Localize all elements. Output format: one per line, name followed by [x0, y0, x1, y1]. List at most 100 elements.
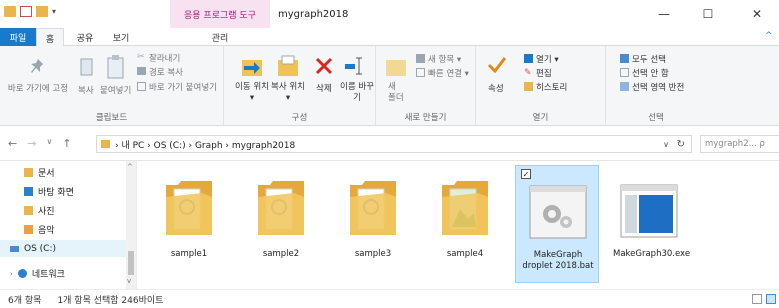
music-icon	[24, 225, 33, 234]
delete-label[interactable]: 삭제	[316, 82, 332, 94]
copy-to-label[interactable]: 복사 위치 ▾	[270, 82, 306, 104]
edit-label[interactable]: 편집	[536, 67, 552, 79]
exe-file-icon	[620, 184, 678, 238]
file-list: sample1 sample2 sample3 sample4 ✓ MakeGr…	[137, 161, 779, 289]
file-name: sample4	[446, 249, 484, 259]
pin-icon[interactable]	[30, 58, 46, 76]
edit-icon[interactable]: ✎	[524, 68, 532, 78]
tab-file[interactable]: 파일	[0, 28, 36, 46]
pin-to-quick-access-label[interactable]: 바로 가기에 고정	[2, 84, 74, 95]
maximize-button[interactable]: ☐	[686, 0, 730, 28]
new-item-icon[interactable]	[416, 54, 425, 63]
documents-icon	[24, 168, 33, 177]
scroll-up-icon[interactable]: ^	[127, 163, 133, 171]
selection-info: 1개 항목 선택함 246바이트	[57, 295, 164, 306]
properties-icon[interactable]	[20, 6, 32, 17]
nav-item-os-c[interactable]: OS (C:)	[0, 240, 126, 257]
new-item-label[interactable]: 새 항목 ▾	[428, 53, 461, 65]
copy-label[interactable]: 복사	[78, 84, 94, 96]
properties-check-icon[interactable]	[486, 54, 508, 76]
easy-access-icon[interactable]	[416, 68, 425, 77]
ribbon-expand-icon[interactable]: ^	[765, 31, 773, 41]
move-to-icon[interactable]	[240, 54, 264, 80]
nav-item-desktop[interactable]: 바탕 화면	[24, 183, 74, 200]
invert-selection-icon[interactable]	[620, 82, 629, 91]
close-button[interactable]: ✕	[735, 0, 779, 28]
address-bar-row: ← → ∨ ↑ › 내 PC › OS (C:) › Graph › mygra…	[0, 127, 779, 161]
properties-label[interactable]: 속성	[488, 82, 504, 94]
new-folder-label[interactable]: 새 폴더	[388, 82, 404, 104]
refresh-icon[interactable]: ↻	[677, 139, 685, 150]
select-all-label[interactable]: 모두 선택	[632, 53, 666, 65]
file-item[interactable]: sample3	[331, 165, 415, 283]
nav-item-music[interactable]: 음악	[24, 221, 55, 238]
file-name: sample1	[170, 249, 208, 259]
qat-dropdown-icon[interactable]: ▾	[52, 7, 56, 16]
file-name: MakeGraph30.exe	[613, 249, 691, 259]
nav-item-pictures[interactable]: 사진	[24, 202, 55, 219]
file-item[interactable]: sample2	[239, 165, 323, 283]
tab-home[interactable]: 홈	[36, 28, 64, 47]
nav-scrollbar-thumb[interactable]	[128, 251, 134, 275]
delete-icon[interactable]	[314, 56, 334, 76]
file-name: sample3	[354, 249, 392, 259]
select-none-label[interactable]: 선택 안 함	[632, 67, 669, 79]
group-select: 모두 선택 선택 안 함 선택 영역 반전 선택	[606, 46, 779, 126]
copy-path-icon[interactable]	[137, 67, 146, 75]
rename-label[interactable]: 이름 바꾸기	[340, 82, 374, 104]
tab-manage[interactable]: 관리	[190, 28, 250, 46]
forward-arrow-icon[interactable]: →	[27, 137, 36, 150]
folder-icon[interactable]	[4, 6, 16, 17]
address-dropdown-icon[interactable]: ∨	[663, 140, 669, 149]
new-folder-icon[interactable]	[384, 54, 408, 80]
scissors-icon[interactable]: ✂	[137, 52, 145, 62]
file-item[interactable]: sample4	[423, 165, 507, 283]
history-label[interactable]: 히스토리	[536, 81, 567, 93]
rename-icon[interactable]	[344, 56, 364, 76]
group-new: 새 폴더 새 항목 ▾ 빠른 연결 ▾ 새로 만들기	[376, 46, 476, 126]
recent-dropdown-icon[interactable]: ∨	[46, 137, 52, 150]
nav-item-label: 네트워크	[31, 270, 65, 280]
select-none-icon[interactable]	[620, 68, 629, 77]
cut-label[interactable]: 잘라내기	[149, 52, 180, 64]
move-to-label[interactable]: 이동 위치 ▾	[234, 82, 270, 104]
copy-icon[interactable]	[78, 56, 94, 78]
open-label[interactable]: 열기 ▾	[536, 53, 559, 65]
select-group-label: 선택	[648, 113, 664, 123]
paste-icon[interactable]	[106, 54, 126, 80]
address-path: › 내 PC › OS (C:) › Graph › mygraph2018	[115, 140, 296, 151]
new-folder-icon[interactable]	[36, 6, 48, 17]
scroll-down-icon[interactable]: v	[127, 277, 131, 285]
up-arrow-icon[interactable]: ↑	[62, 137, 71, 150]
network-expand-icon[interactable]: ›	[10, 270, 13, 278]
copy-path-label[interactable]: 경로 복사	[149, 66, 183, 78]
back-arrow-icon[interactable]: ←	[8, 137, 17, 150]
pictures-icon	[24, 206, 33, 215]
nav-item-label: 바탕 화면	[38, 188, 74, 198]
paste-shortcut-icon[interactable]	[137, 82, 146, 91]
tab-view[interactable]: 보기	[104, 28, 138, 46]
checkbox-icon[interactable]: ✓	[521, 169, 531, 179]
history-icon[interactable]	[524, 82, 533, 91]
paste-label[interactable]: 붙여넣기	[100, 84, 131, 96]
file-item-selected[interactable]: ✓ MakeGraph droplet 2018.bat	[515, 165, 599, 283]
details-view-icon[interactable]	[752, 294, 762, 304]
nav-item-documents[interactable]: 문서	[24, 164, 55, 181]
select-all-icon[interactable]	[620, 54, 629, 63]
tab-share[interactable]: 공유	[68, 28, 102, 46]
large-icons-view-icon[interactable]	[766, 294, 776, 304]
item-count: 6개 항목	[8, 295, 42, 306]
easy-access-label[interactable]: 빠른 연결 ▾	[428, 67, 469, 79]
address-field[interactable]: › 내 PC › OS (C:) › Graph › mygraph2018 ∨…	[96, 135, 692, 153]
context-tab-app-tools: 응용 프로그램 도구	[170, 0, 270, 28]
nav-arrows: ← → ∨ ↑	[8, 137, 72, 150]
nav-item-network[interactable]: › 네트워크	[10, 265, 65, 282]
invert-selection-label[interactable]: 선택 영역 반전	[632, 81, 684, 93]
minimize-button[interactable]: —	[642, 0, 686, 28]
file-item[interactable]: MakeGraph30.exe	[607, 165, 691, 283]
open-icon[interactable]	[524, 54, 533, 63]
search-input[interactable]: mygraph2... ρ	[700, 135, 779, 153]
file-item[interactable]: sample1	[147, 165, 231, 283]
paste-shortcut-label[interactable]: 바로 가기 붙여넣기	[149, 81, 217, 93]
copy-to-icon[interactable]	[276, 54, 300, 80]
